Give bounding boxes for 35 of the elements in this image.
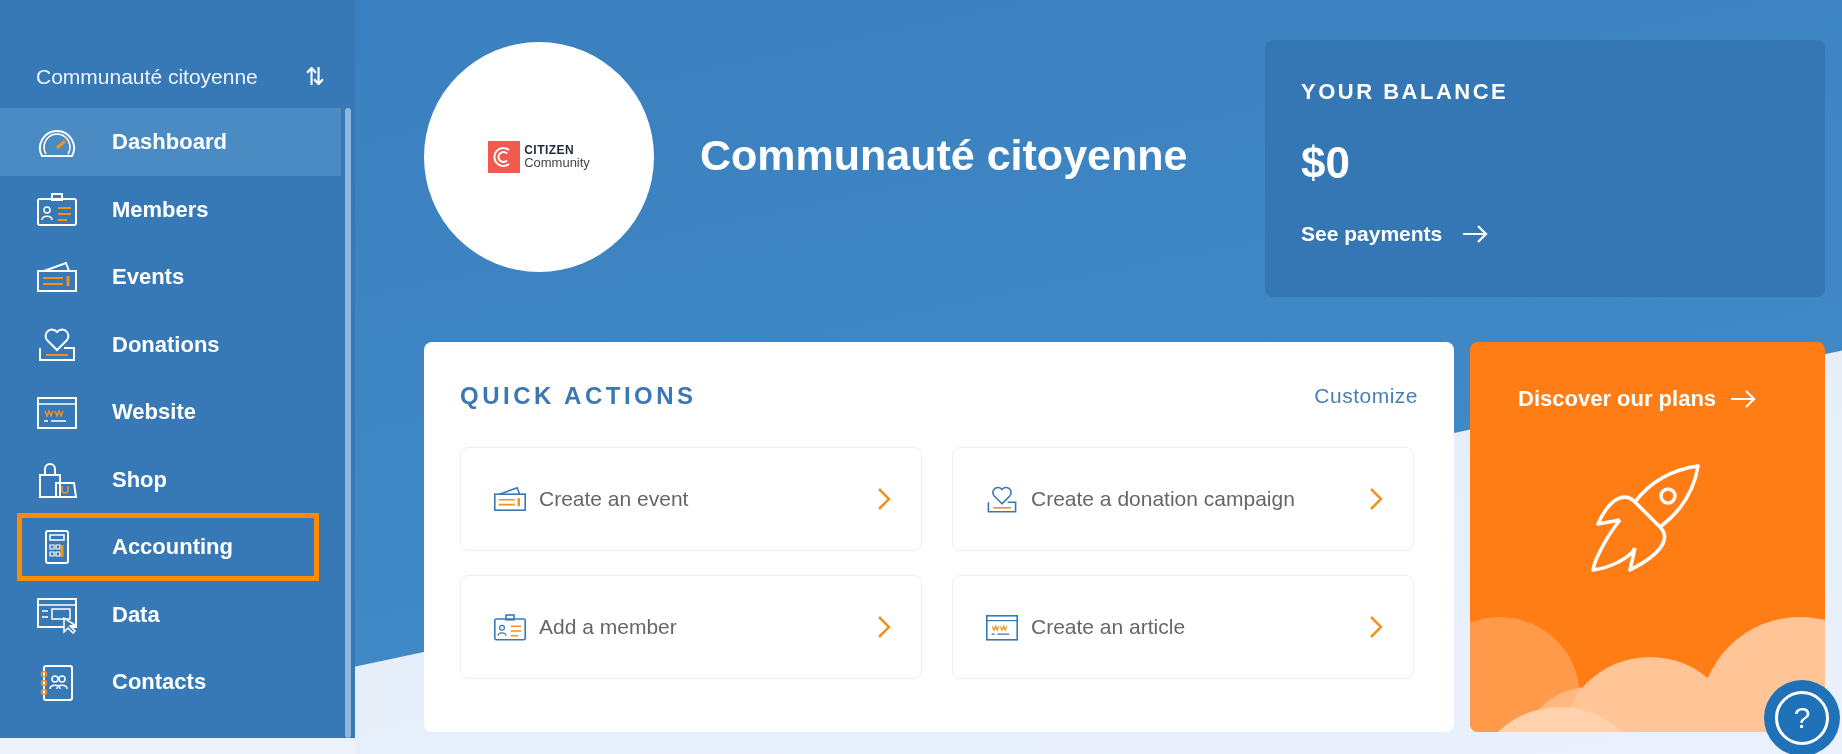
chevron-right-icon [877, 487, 891, 511]
arrow-right-icon [1730, 388, 1757, 409]
customize-link[interactable]: Customize [1314, 380, 1418, 412]
organization-name: Communauté citoyenne [36, 64, 258, 91]
quick-action-tile[interactable]: Create an article [952, 575, 1414, 679]
quick-actions-heading: QUICK ACTIONS [460, 381, 697, 411]
organization-title: Communauté citoyenne [700, 130, 1188, 181]
id-badge-icon [491, 611, 529, 643]
quick-action-tile[interactable]: Create an event [460, 447, 922, 551]
balance-heading: YOUR BALANCE [1301, 78, 1510, 106]
logo-text: CITIZEN [524, 143, 576, 156]
help-button[interactable]: ? [1764, 680, 1840, 754]
arrow-right-icon [1462, 223, 1489, 244]
rocket-icon [1590, 462, 1702, 574]
see-payments-link[interactable]: See payments [1301, 218, 1489, 250]
chevron-right-icon [1369, 487, 1383, 511]
sidebar-item[interactable]: Events [0, 243, 341, 311]
chevron-right-icon [1369, 615, 1383, 639]
sidebar-item[interactable]: Donations [0, 310, 341, 378]
logo-text: Community [524, 155, 590, 171]
chevron-right-icon [877, 615, 891, 639]
sidebar-item[interactable]: Contacts [0, 648, 341, 716]
sidebar-item[interactable]: Dashboard [0, 108, 341, 176]
sidebar-item[interactable]: Website [0, 378, 341, 446]
sidebar-item[interactable]: Accounting [17, 513, 319, 581]
balance-amount: $0 [1301, 137, 1351, 189]
discover-plans-link[interactable]: Discover our plans [1518, 382, 1757, 415]
sidebar-item[interactable]: Members [0, 175, 341, 243]
sidebar-item[interactable]: Shop [0, 445, 341, 513]
switch-organization-button[interactable]: ⇅ [305, 59, 325, 95]
sidebar-item[interactable]: Data [0, 580, 341, 648]
quick-action-tile[interactable]: Add a member [460, 575, 922, 679]
quick-action-tile[interactable]: Create a donation campaign [952, 447, 1414, 551]
logo-icon [488, 141, 521, 173]
scrollbar[interactable] [345, 108, 351, 738]
